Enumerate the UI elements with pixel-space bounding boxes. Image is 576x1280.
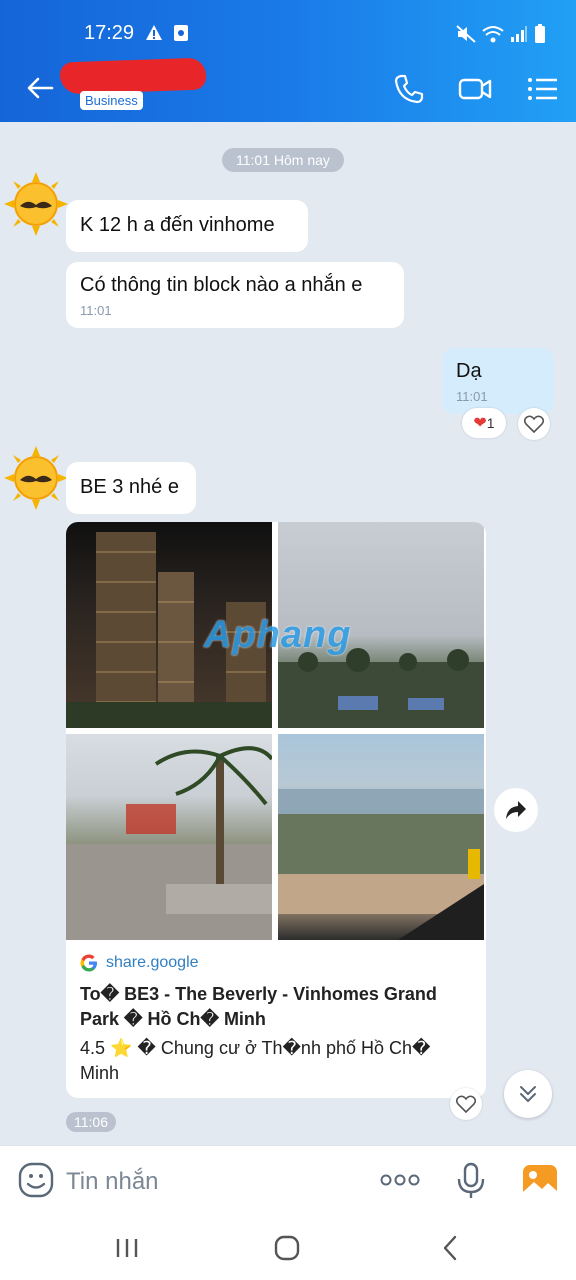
watermark-text: Aphang (204, 614, 351, 657)
battery-icon (535, 24, 545, 43)
wifi-icon (482, 26, 504, 43)
home-icon[interactable] (272, 1233, 302, 1263)
courtyard-illustration (66, 746, 274, 940)
link-card-body[interactable]: share.google To� BE3 - The Beverly - Vin… (80, 954, 472, 1086)
time-pill: 11:06 (66, 1112, 116, 1132)
message-bubble-incoming[interactable]: BE 3 nhé e (66, 462, 196, 514)
status-left-icons (145, 24, 189, 42)
share-arrow-icon (506, 801, 526, 819)
domain-text: share.google (106, 954, 199, 971)
message-text: K 12 h a đến vinhome (80, 214, 275, 236)
react-heart-button[interactable] (450, 1088, 482, 1120)
google-g-icon (80, 954, 97, 972)
image-gallery-icon[interactable] (522, 1164, 558, 1198)
sun-mustache-avatar[interactable] (4, 446, 68, 510)
aerial-illustration (278, 789, 484, 940)
signal-icon (511, 26, 527, 42)
phone-icon[interactable] (392, 72, 426, 106)
message-text: Có thông tin block nào a nhắn e (80, 274, 363, 296)
chevron-double-down-icon (520, 1086, 536, 1102)
list-menu-icon[interactable] (526, 72, 560, 106)
mute-icon (456, 25, 476, 43)
reaction-number: 1 (486, 415, 495, 431)
emoji-icon[interactable] (18, 1162, 54, 1198)
message-bubble-incoming[interactable]: Có thông tin block nào a nhắn e 11:01 (66, 262, 404, 328)
nav-back-icon[interactable] (436, 1233, 466, 1263)
back-arrow-icon[interactable] (24, 72, 56, 104)
contact-name-redacted[interactable] (59, 57, 207, 95)
message-bubble-incoming[interactable]: K 12 h a đến vinhome (66, 200, 308, 252)
link-domain[interactable]: share.google (80, 954, 472, 972)
microphone-icon[interactable] (456, 1162, 486, 1200)
message-time: 11:01 (456, 389, 488, 404)
link-preview-card[interactable]: Aphang share.google To� BE3 - The Beverl… (66, 522, 486, 1098)
message-input[interactable]: Tin nhắn (66, 1168, 159, 1196)
status-bar: 17:29 (0, 0, 576, 54)
video-camera-icon[interactable] (458, 72, 492, 106)
scroll-to-bottom-button[interactable] (504, 1070, 552, 1118)
sun-mustache-avatar[interactable] (4, 172, 68, 236)
message-text: BE 3 nhé e (80, 476, 179, 498)
courtyard-palm-photo[interactable] (66, 734, 274, 940)
more-dots-icon[interactable] (380, 1168, 420, 1192)
status-right-icons (456, 24, 546, 44)
message-input-bar: Tin nhắn (0, 1145, 576, 1215)
construction-aerial-photo[interactable] (278, 734, 484, 940)
heart-icon (524, 415, 544, 433)
notification-square-icon (174, 25, 188, 41)
android-nav-bar (0, 1215, 576, 1280)
message-text: Dạ (456, 360, 482, 382)
business-badge: Business (80, 91, 143, 110)
share-forward-button[interactable] (494, 788, 538, 832)
link-title[interactable]: To� BE3 - The Beverly - Vinhomes Grand P… (80, 982, 472, 1032)
warning-icon (146, 25, 162, 40)
red-heart-icon: ❤ (473, 415, 487, 432)
recent-apps-icon[interactable] (112, 1233, 142, 1263)
date-pill: 11:01 Hôm nay (222, 148, 344, 172)
status-time: 17:29 (84, 22, 135, 44)
top-bar: 17:29 Business (0, 0, 576, 122)
message-bubble-outgoing[interactable]: Dạ 11:01 (442, 348, 554, 414)
chat-area[interactable]: 11:01 Hôm nay K 12 h a đến vinhome Có th… (0, 122, 576, 1145)
reaction-count[interactable]: ❤ 1 (462, 408, 506, 438)
heart-icon (456, 1095, 476, 1113)
chat-header: Business (0, 54, 576, 122)
link-description: 4.5 ⭐ � Chung cư ở Th�nh phố Hồ Ch� Minh (80, 1038, 431, 1083)
react-heart-button[interactable] (518, 408, 550, 440)
watermark-label: Aphang (204, 614, 352, 656)
message-time: 11:01 (80, 303, 112, 318)
